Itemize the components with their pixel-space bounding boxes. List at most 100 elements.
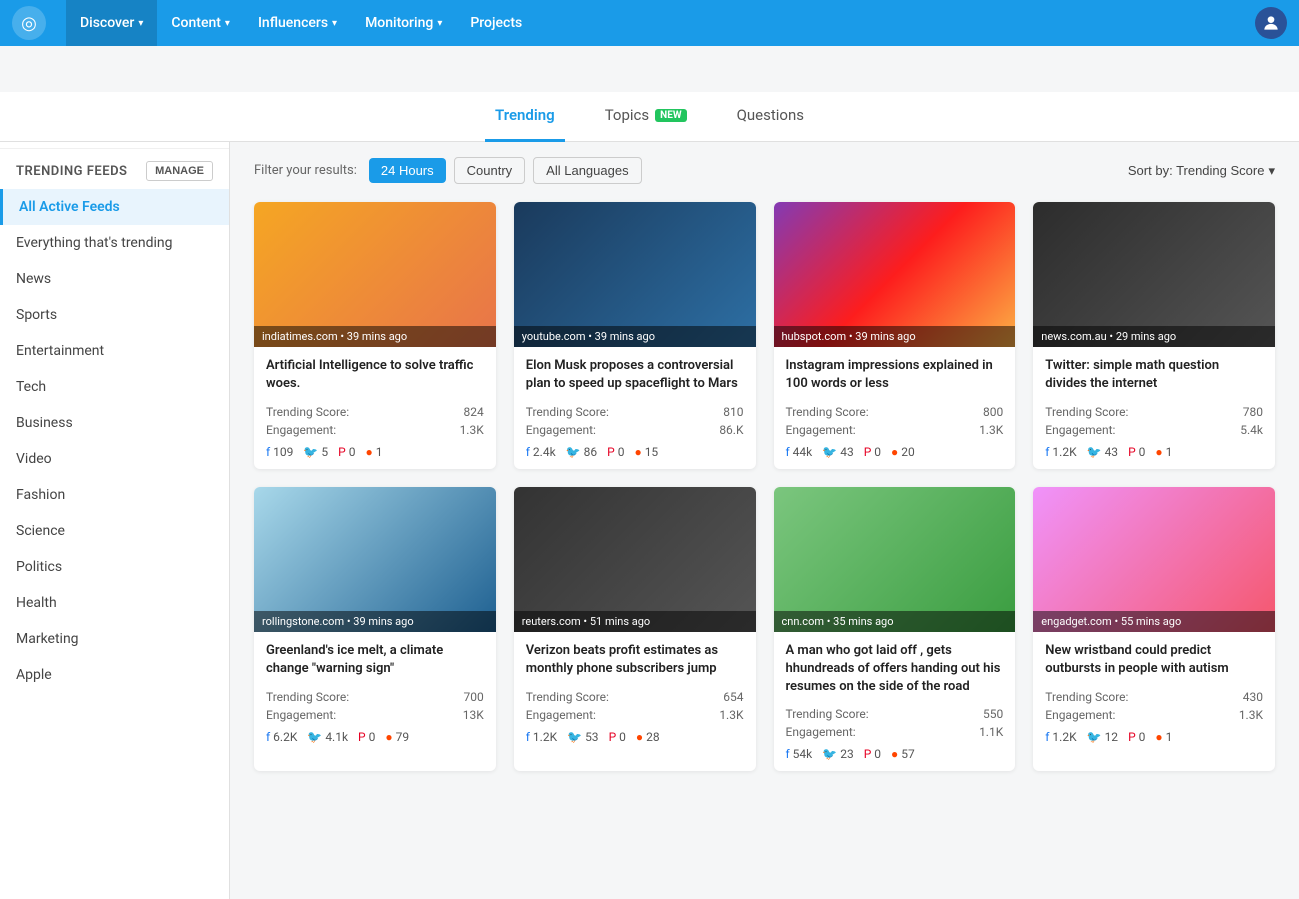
twitter-count: 🐦 5 <box>303 445 328 459</box>
sidebar-item-health[interactable]: Health <box>0 585 229 621</box>
pinterest-icon: P <box>609 730 617 744</box>
engagement-value: 13K <box>463 708 484 722</box>
twitter-value: 23 <box>840 747 854 761</box>
sidebar-item-all-active-feeds[interactable]: All Active Feeds <box>0 189 229 225</box>
card-title: A man who got laid off , gets hhundreads… <box>786 642 1004 697</box>
card-time: 39 mins ago <box>595 330 655 343</box>
reddit-count: ● 1 <box>1155 730 1172 744</box>
card-source-bar: youtube.com • 39 mins ago <box>514 326 756 347</box>
sub-navigation: Trending Topics NEW Questions <box>0 92 1299 142</box>
top-navigation: ◎ Discover ▾ Content ▾ Influencers ▾ Mon… <box>0 0 1299 46</box>
twitter-icon: 🐦 <box>303 445 318 459</box>
twitter-icon: 🐦 <box>822 747 837 761</box>
card-image: youtube.com • 39 mins ago <box>514 202 756 347</box>
filter-country[interactable]: Country <box>454 157 526 184</box>
card-title: Instagram impressions explained in 100 w… <box>786 357 1004 395</box>
facebook-value: 2.4k <box>533 445 556 459</box>
sidebar-item-entertainment[interactable]: Entertainment <box>0 333 229 369</box>
nav-item-influencers[interactable]: Influencers ▾ <box>244 0 351 46</box>
twitter-value: 5 <box>321 445 328 459</box>
facebook-icon: f <box>266 445 270 459</box>
card-image: rollingstone.com • 39 mins ago <box>254 487 496 632</box>
pinterest-icon: P <box>1128 730 1136 744</box>
card-social: f 1.2K 🐦 43 P 0 ● 1 <box>1045 445 1263 459</box>
card-item[interactable]: engadget.com • 55 mins ago New wristband… <box>1033 487 1275 771</box>
page-wrapper: New Feed + CREATE FEED Trending Feeds MA… <box>0 96 1299 899</box>
reddit-value: 57 <box>901 747 915 761</box>
pinterest-count: P 0 <box>609 730 626 744</box>
nav-item-projects[interactable]: Projects <box>456 0 536 46</box>
card-body: Verizon beats profit estimates as monthl… <box>514 632 756 754</box>
engagement-value: 1.3K <box>719 708 743 722</box>
card-source: indiatimes.com <box>262 330 338 343</box>
sidebar-item-politics[interactable]: Politics <box>0 549 229 585</box>
reddit-icon: ● <box>891 445 898 459</box>
sidebar-item-science[interactable]: Science <box>0 513 229 549</box>
facebook-value: 44k <box>793 445 813 459</box>
reddit-count: ● 20 <box>891 445 915 459</box>
main-content: Displaying All Active Feeds ✏ EDIT ↗ SHA… <box>230 96 1299 899</box>
card-trending-row: Trending Score: 800 <box>786 405 1004 419</box>
twitter-value: 86 <box>584 445 598 459</box>
facebook-icon: f <box>1045 445 1049 459</box>
pinterest-value: 0 <box>1139 445 1146 459</box>
engagement-label: Engagement: <box>786 725 856 739</box>
nav-item-content[interactable]: Content ▾ <box>157 0 244 46</box>
filter-languages[interactable]: All Languages <box>533 157 641 184</box>
engagement-label: Engagement: <box>266 423 336 437</box>
logo[interactable]: ◎ <box>12 6 46 40</box>
tab-questions[interactable]: Questions <box>727 92 814 142</box>
facebook-icon: f <box>526 445 530 459</box>
twitter-icon: 🐦 <box>1087 445 1102 459</box>
trending-score-value: 430 <box>1243 690 1263 704</box>
card-engagement-row: Engagement: 13K <box>266 708 484 722</box>
card-title: Twitter: simple math question divides th… <box>1045 357 1263 395</box>
card-engagement-row: Engagement: 1.1K <box>786 725 1004 739</box>
sidebar-item-apple[interactable]: Apple <box>0 657 229 693</box>
card-engagement-row: Engagement: 1.3K <box>266 423 484 437</box>
card-item[interactable]: news.com.au • 29 mins ago Twitter: simpl… <box>1033 202 1275 469</box>
card-title: Greenland's ice melt, a climate change "… <box>266 642 484 680</box>
nav-item-discover[interactable]: Discover ▾ <box>66 0 157 46</box>
card-item[interactable]: youtube.com • 39 mins ago Elon Musk prop… <box>514 202 756 469</box>
sidebar-item-video[interactable]: Video <box>0 441 229 477</box>
trending-score-label: Trending Score: <box>786 405 869 419</box>
facebook-count: f 6.2K <box>266 730 297 744</box>
twitter-value: 12 <box>1105 730 1119 744</box>
sidebar-item-business[interactable]: Business <box>0 405 229 441</box>
twitter-icon: 🐦 <box>567 730 582 744</box>
filter-24hours[interactable]: 24 Hours <box>369 158 446 183</box>
tab-trending[interactable]: Trending <box>485 92 565 142</box>
card-image: hubspot.com • 39 mins ago <box>774 202 1016 347</box>
avatar[interactable] <box>1255 7 1287 39</box>
card-item[interactable]: indiatimes.com • 39 mins ago Artificial … <box>254 202 496 469</box>
card-source-bar: indiatimes.com • 39 mins ago <box>254 326 496 347</box>
reddit-value: 20 <box>901 445 915 459</box>
trending-score-value: 824 <box>464 405 484 419</box>
sidebar-item-everything-trending[interactable]: Everything that's trending <box>0 225 229 261</box>
card-title: Artificial Intelligence to solve traffic… <box>266 357 484 395</box>
sidebar-item-marketing[interactable]: Marketing <box>0 621 229 657</box>
reddit-count: ● 15 <box>634 445 658 459</box>
card-source-bar: hubspot.com • 39 mins ago <box>774 326 1016 347</box>
engagement-label: Engagement: <box>266 708 336 722</box>
reddit-value: 15 <box>645 445 659 459</box>
twitter-icon: 🐦 <box>566 445 581 459</box>
card-title: Verizon beats profit estimates as monthl… <box>526 642 744 680</box>
sidebar-item-fashion[interactable]: Fashion <box>0 477 229 513</box>
card-item[interactable]: hubspot.com • 39 mins ago Instagram impr… <box>774 202 1016 469</box>
tab-topics[interactable]: Topics NEW <box>595 92 697 142</box>
card-source: cnn.com <box>782 615 825 628</box>
sort-button[interactable]: Sort by: Trending Score ▾ <box>1128 163 1275 179</box>
card-item[interactable]: reuters.com • 51 mins ago Verizon beats … <box>514 487 756 771</box>
manage-button[interactable]: MANAGE <box>146 161 213 181</box>
card-body: New wristband could predict outbursts in… <box>1033 632 1275 754</box>
sidebar-item-sports[interactable]: Sports <box>0 297 229 333</box>
sidebar-item-news[interactable]: News <box>0 261 229 297</box>
nav-item-monitoring[interactable]: Monitoring ▾ <box>351 0 456 46</box>
card-item[interactable]: rollingstone.com • 39 mins ago Greenland… <box>254 487 496 771</box>
sidebar-item-tech[interactable]: Tech <box>0 369 229 405</box>
card-item[interactable]: cnn.com • 35 mins ago A man who got laid… <box>774 487 1016 771</box>
card-body: Twitter: simple math question divides th… <box>1033 347 1275 469</box>
card-trending-row: Trending Score: 824 <box>266 405 484 419</box>
